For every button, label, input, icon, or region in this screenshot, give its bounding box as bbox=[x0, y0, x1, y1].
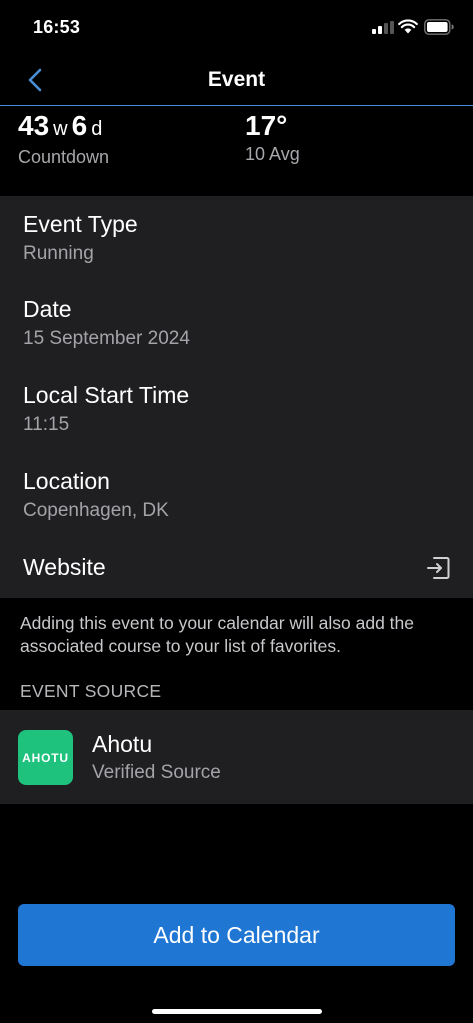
event-type-value: Running bbox=[23, 243, 94, 264]
countdown-stat: 43 w 6 d Countdown bbox=[18, 106, 109, 168]
location-label: Location bbox=[23, 468, 110, 494]
status-bar: 16:53 bbox=[0, 0, 473, 56]
detail-start-time: Local Start Time 11:15 bbox=[23, 381, 189, 437]
countdown-days-unit: d bbox=[91, 118, 103, 140]
event-details-card: Event Type Running Date 15 September 202… bbox=[0, 196, 473, 598]
countdown-weeks-unit: w bbox=[53, 118, 68, 140]
detail-date: Date 15 September 2024 bbox=[23, 295, 190, 351]
ahotu-logo: AHOTU bbox=[18, 730, 73, 785]
website-label: Website bbox=[23, 554, 106, 580]
start-time-label: Local Start Time bbox=[23, 382, 190, 408]
event-stats: 43 w 6 d Countdown 17° 10 Avg bbox=[0, 106, 473, 196]
location-value: Copenhagen, DK bbox=[23, 500, 169, 521]
website-link[interactable]: Website bbox=[0, 546, 473, 594]
external-link-icon bbox=[427, 557, 450, 579]
cellular-signal-icon bbox=[372, 21, 394, 34]
event-screen: 16:53 Event 43 w 6 d Countdown 17° 10 Av… bbox=[0, 0, 473, 1023]
event-source-header: EVENT SOURCE bbox=[20, 681, 162, 701]
countdown-value: 43 w 6 d bbox=[18, 108, 109, 147]
wifi-icon bbox=[398, 19, 418, 34]
navigation-bar: Event bbox=[0, 56, 473, 106]
countdown-days: 6 bbox=[71, 110, 88, 141]
ahotu-logo-text: AHOTU bbox=[22, 750, 69, 765]
page-title: Event bbox=[207, 68, 266, 91]
detail-location: Location Copenhagen, DK bbox=[23, 467, 169, 523]
status-time: 16:53 bbox=[33, 17, 81, 37]
event-source-row: AHOTU Ahotu Verified Source bbox=[0, 710, 473, 804]
calendar-notice: Adding this event to your calendar will … bbox=[20, 613, 414, 656]
countdown-weeks: 43 bbox=[18, 110, 50, 141]
add-to-calendar-label: Add to Calendar bbox=[153, 921, 320, 948]
home-indicator bbox=[152, 1009, 322, 1014]
date-value: 15 September 2024 bbox=[23, 328, 190, 349]
event-type-label: Event Type bbox=[23, 211, 138, 237]
temperature-stat: 17° 10 Avg bbox=[245, 106, 300, 165]
source-subtitle: Verified Source bbox=[92, 762, 221, 783]
date-label: Date bbox=[23, 296, 72, 322]
source-name: Ahotu bbox=[92, 731, 153, 757]
start-time-value: 11:15 bbox=[23, 414, 70, 435]
add-to-calendar-button[interactable]: Add to Calendar bbox=[18, 904, 455, 966]
battery-icon bbox=[424, 19, 454, 35]
detail-event-type: Event Type Running bbox=[23, 210, 138, 266]
temperature-label: 10 Avg bbox=[245, 144, 300, 164]
temperature-value: 17° bbox=[245, 110, 288, 141]
countdown-label: Countdown bbox=[18, 147, 110, 167]
